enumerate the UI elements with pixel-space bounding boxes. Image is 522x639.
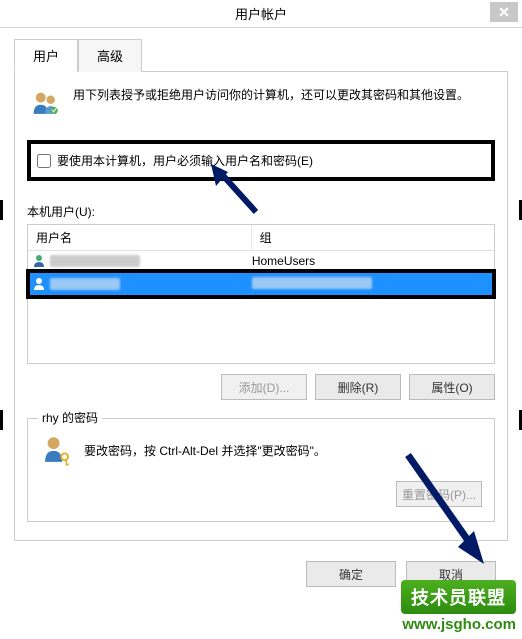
tabs: 用户 高级 [14, 38, 508, 72]
redacted-username [50, 255, 140, 267]
cell-group: HomeUsers [252, 254, 490, 268]
redacted-username [50, 278, 120, 290]
info-row: 用下列表授予或拒绝用户访问你的计算机，还可以更改其密码和其他设置。 [27, 86, 495, 122]
password-group-legend: rhy 的密码 [38, 409, 102, 426]
reset-password-button[interactable]: 重置密码(P)... [396, 481, 482, 507]
require-login-row: 要使用本计算机，用户必须输入用户名和密码(E) [27, 140, 495, 181]
user-table: 用户名 组 HomeUsers [27, 224, 495, 364]
watermark: 技术员联盟 www.jsgho.com [401, 580, 516, 633]
password-info-text: 要改密码，按 Ctrl-Alt-Del 并选择"更改密码"。 [84, 442, 326, 459]
ok-button[interactable]: 确定 [306, 561, 396, 587]
user-icon [32, 254, 46, 268]
tab-content-user: 用下列表授予或拒绝用户访问你的计算机，还可以更改其密码和其他设置。 要使用本计算… [14, 72, 508, 541]
info-text: 用下列表授予或拒绝用户访问你的计算机，还可以更改其密码和其他设置。 [73, 86, 495, 105]
titlebar: 用户帐户 ✕ [0, 0, 522, 28]
table-header: 用户名 组 [28, 225, 494, 251]
users-icon [27, 86, 63, 122]
edge-tick [0, 410, 3, 430]
table-row[interactable]: HomeUsers [28, 251, 494, 271]
col-header-username[interactable]: 用户名 [28, 225, 252, 250]
key-user-icon [40, 433, 74, 467]
close-button[interactable]: ✕ [490, 2, 518, 22]
add-button[interactable]: 添加(D)... [221, 374, 307, 400]
require-login-checkbox[interactable] [37, 154, 51, 168]
table-body: HomeUsers [28, 251, 494, 297]
watermark-url: www.jsgho.com [402, 616, 516, 633]
col-header-group[interactable]: 组 [252, 225, 494, 250]
password-info-row: 要改密码，按 Ctrl-Alt-Del 并选择"更改密码"。 [40, 433, 482, 467]
password-group: rhy 的密码 要改密码，按 Ctrl-Alt-Del 并选择"更改密码"。 重… [27, 418, 495, 522]
remove-button[interactable]: 删除(R) [315, 374, 401, 400]
watermark-banner: 技术员联盟 [401, 580, 516, 614]
properties-button[interactable]: 属性(O) [409, 374, 495, 400]
edge-tick [0, 200, 3, 220]
users-list-label: 本机用户(U): [27, 203, 495, 220]
require-login-label[interactable]: 要使用本计算机，用户必须输入用户名和密码(E) [57, 152, 313, 169]
table-row[interactable] [28, 271, 494, 297]
dialog-body: 用户 高级 用下列表授予或拒绝用户访问你的计算机，还可以更改其密码和其他设置。 … [0, 28, 522, 601]
user-buttons-row: 添加(D)... 删除(R) 属性(O) [27, 374, 495, 400]
tab-user[interactable]: 用户 [14, 39, 78, 72]
redacted-group [252, 277, 372, 289]
window-title: 用户帐户 [235, 4, 287, 23]
user-icon [32, 277, 46, 291]
tab-advanced[interactable]: 高级 [78, 39, 142, 72]
